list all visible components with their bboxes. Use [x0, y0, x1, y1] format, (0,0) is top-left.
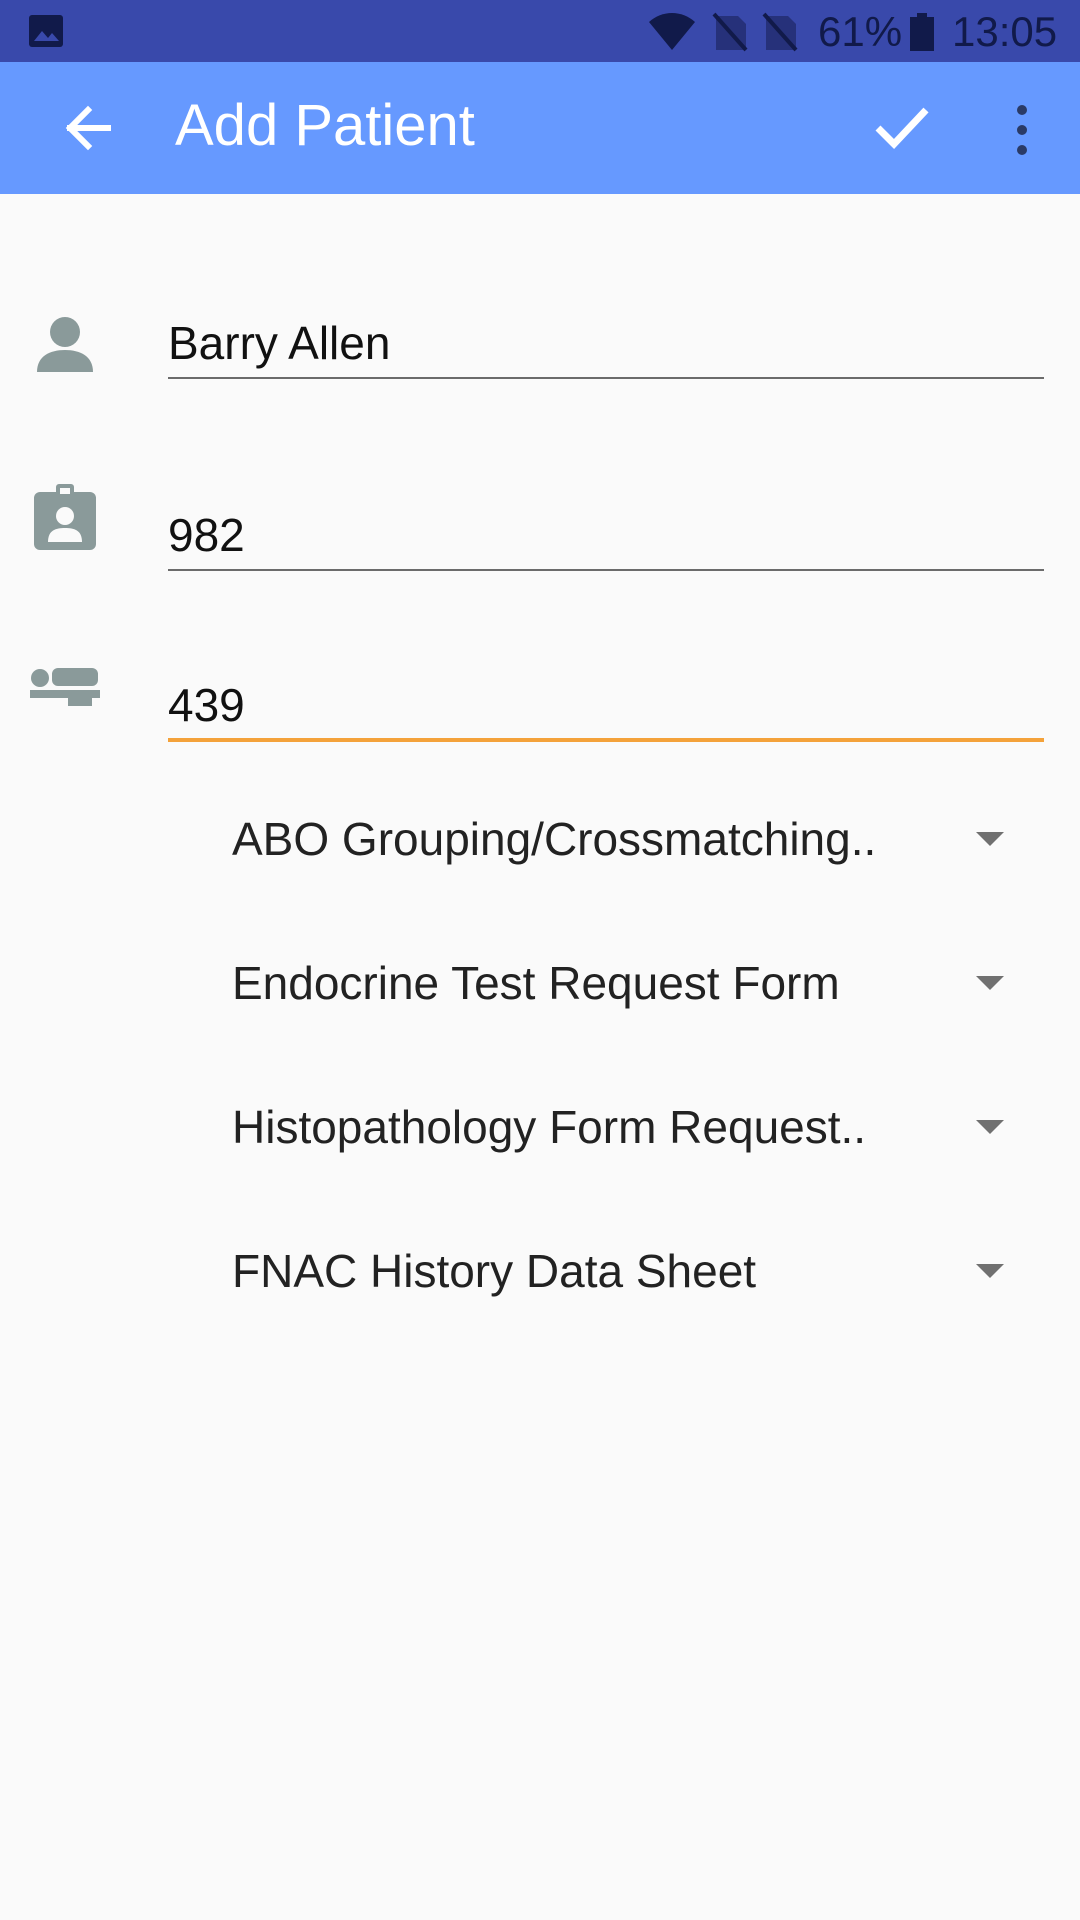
- bed-number-underline: [168, 738, 1044, 742]
- check-icon[interactable]: [870, 96, 932, 158]
- name-underline: [168, 377, 1044, 379]
- bed-number-field[interactable]: 439: [168, 672, 1044, 744]
- dropdown-arrow-icon: [976, 1264, 1004, 1278]
- gallery-icon: [29, 15, 63, 47]
- more-vert-icon[interactable]: [1004, 102, 1040, 158]
- form-dropdown-fnac[interactable]: FNAC History Data Sheet: [232, 1226, 1012, 1316]
- app-bar: Add Patient: [0, 62, 1080, 194]
- no-sim-icon: [762, 12, 798, 52]
- battery-percent: 61%: [818, 8, 903, 55]
- dropdown-arrow-icon: [976, 976, 1004, 990]
- form-dropdown-label: ABO Grouping/Crossmatching..: [232, 813, 877, 865]
- form-dropdown-endocrine[interactable]: Endocrine Test Request Form: [232, 938, 1012, 1028]
- form-dropdown-abo[interactable]: ABO Grouping/Crossmatching..: [232, 794, 1012, 884]
- status-bar: 61% 13:05: [0, 0, 1080, 62]
- no-sim-icon: [712, 12, 748, 52]
- bed-icon: [30, 668, 100, 706]
- bed-number-value: 439: [168, 679, 245, 731]
- name-field[interactable]: Barry Allen: [168, 312, 1044, 380]
- arrow-back-icon[interactable]: [58, 98, 118, 158]
- person-icon: [37, 317, 93, 372]
- page-title: Add Patient: [175, 93, 475, 158]
- badge-icon: [34, 484, 96, 550]
- form-dropdown-histopathology[interactable]: Histopathology Form Request..: [232, 1082, 1012, 1172]
- patient-id-underline: [168, 569, 1044, 571]
- name-value: Barry Allen: [168, 317, 391, 369]
- form-dropdown-label: FNAC History Data Sheet: [232, 1245, 757, 1297]
- battery-icon: [910, 13, 934, 51]
- form-dropdown-label: Endocrine Test Request Form: [232, 957, 840, 1009]
- wifi-icon: [649, 13, 695, 50]
- patient-id-value: 982: [168, 509, 245, 561]
- patient-id-field[interactable]: 982: [168, 504, 1044, 572]
- dropdown-arrow-icon: [976, 832, 1004, 846]
- form-dropdown-label: Histopathology Form Request..: [232, 1101, 867, 1153]
- dropdown-arrow-icon: [976, 1120, 1004, 1134]
- clock: 13:05: [952, 8, 1058, 55]
